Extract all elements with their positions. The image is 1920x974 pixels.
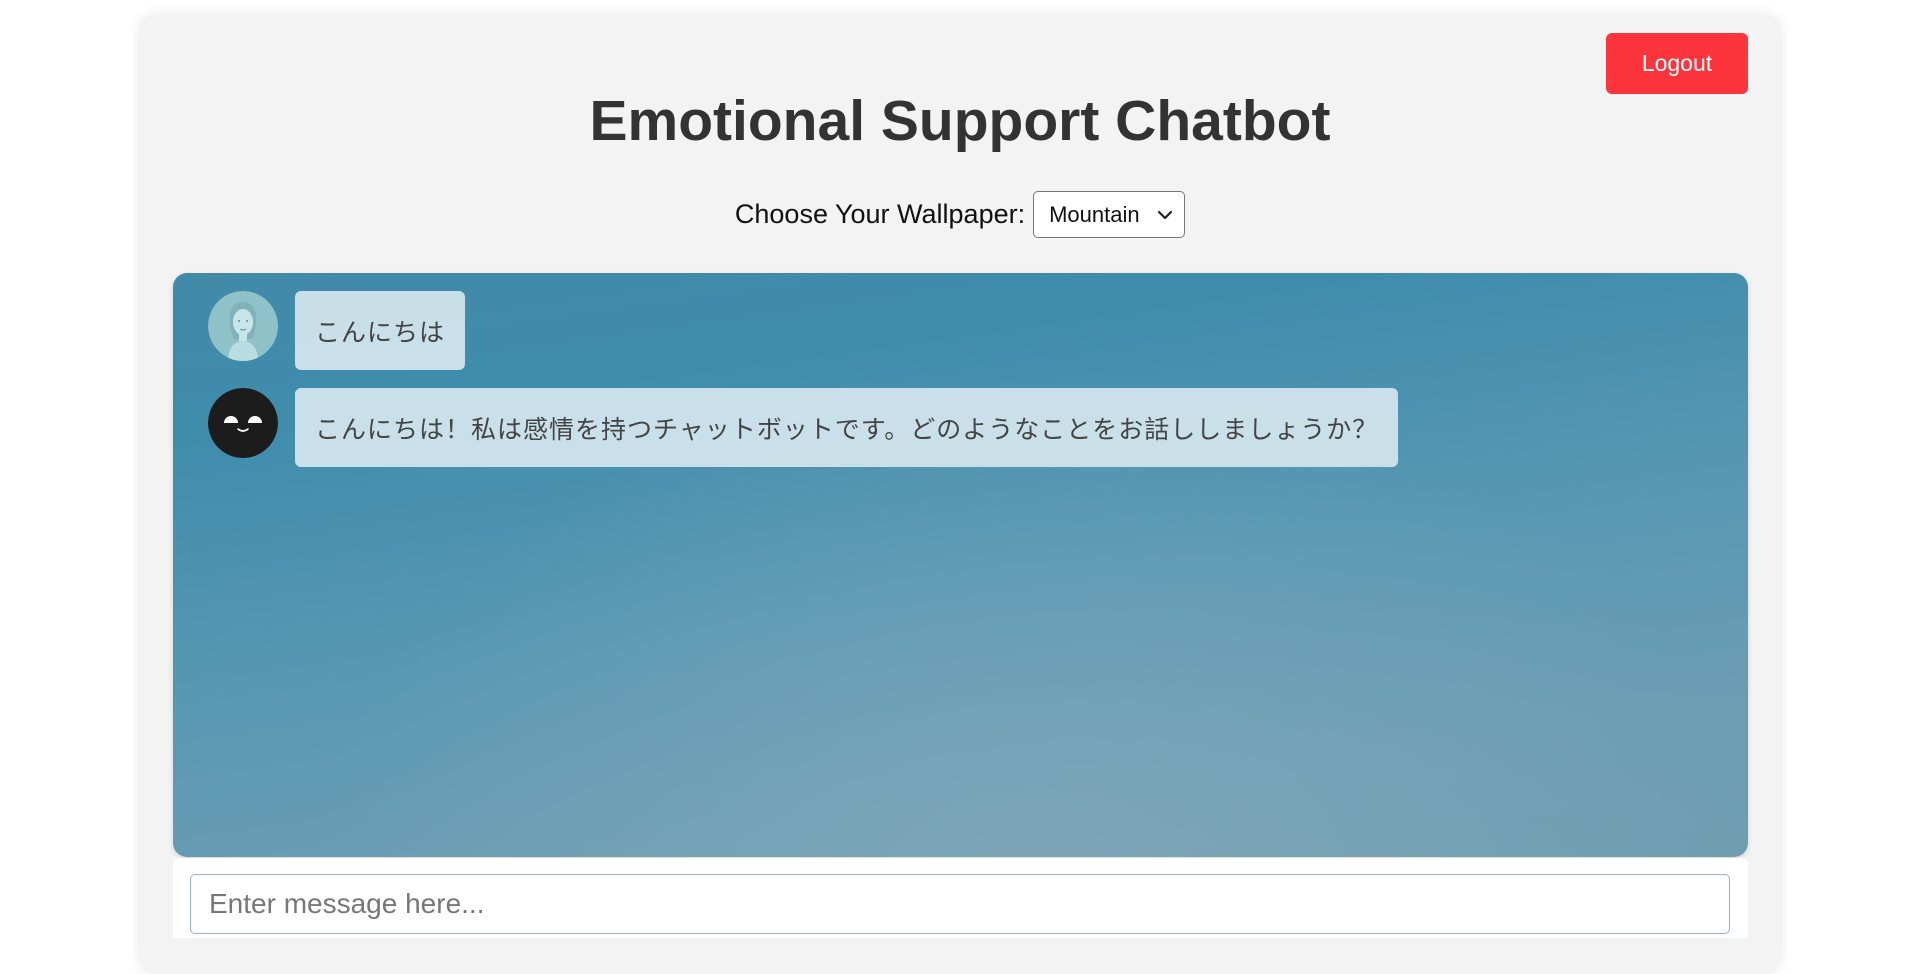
composer-panel: [173, 858, 1748, 938]
wallpaper-select[interactable]: Mountain: [1033, 191, 1186, 238]
wallpaper-selector-row: Choose Your Wallpaper: Mountain: [0, 191, 1920, 238]
message-bot: こんにちは！私は感情を持つチャットボットです。どのようなことをお話ししましょうか…: [208, 388, 1399, 467]
page-title: Emotional Support Chatbot: [589, 89, 1331, 153]
wallpaper-label: Choose Your Wallpaper:: [734, 199, 1026, 229]
message-bubble-user: こんにちは: [295, 291, 466, 370]
chat-window[interactable]: こんにちは こんにちは！私は感情を持つチャットボットです。どのようなことをお話し…: [173, 273, 1748, 857]
message-input[interactable]: [190, 874, 1730, 934]
chevron-down-icon: [1157, 210, 1173, 220]
message-bubble-bot: こんにちは！私は感情を持つチャットボットです。どのようなことをお話ししましょうか…: [295, 388, 1399, 467]
bot-face-icon: [208, 388, 278, 458]
wallpaper-select-value: Mountain: [1049, 201, 1140, 227]
message-user: こんにちは: [208, 291, 466, 370]
user-avatar-icon: [208, 291, 278, 361]
